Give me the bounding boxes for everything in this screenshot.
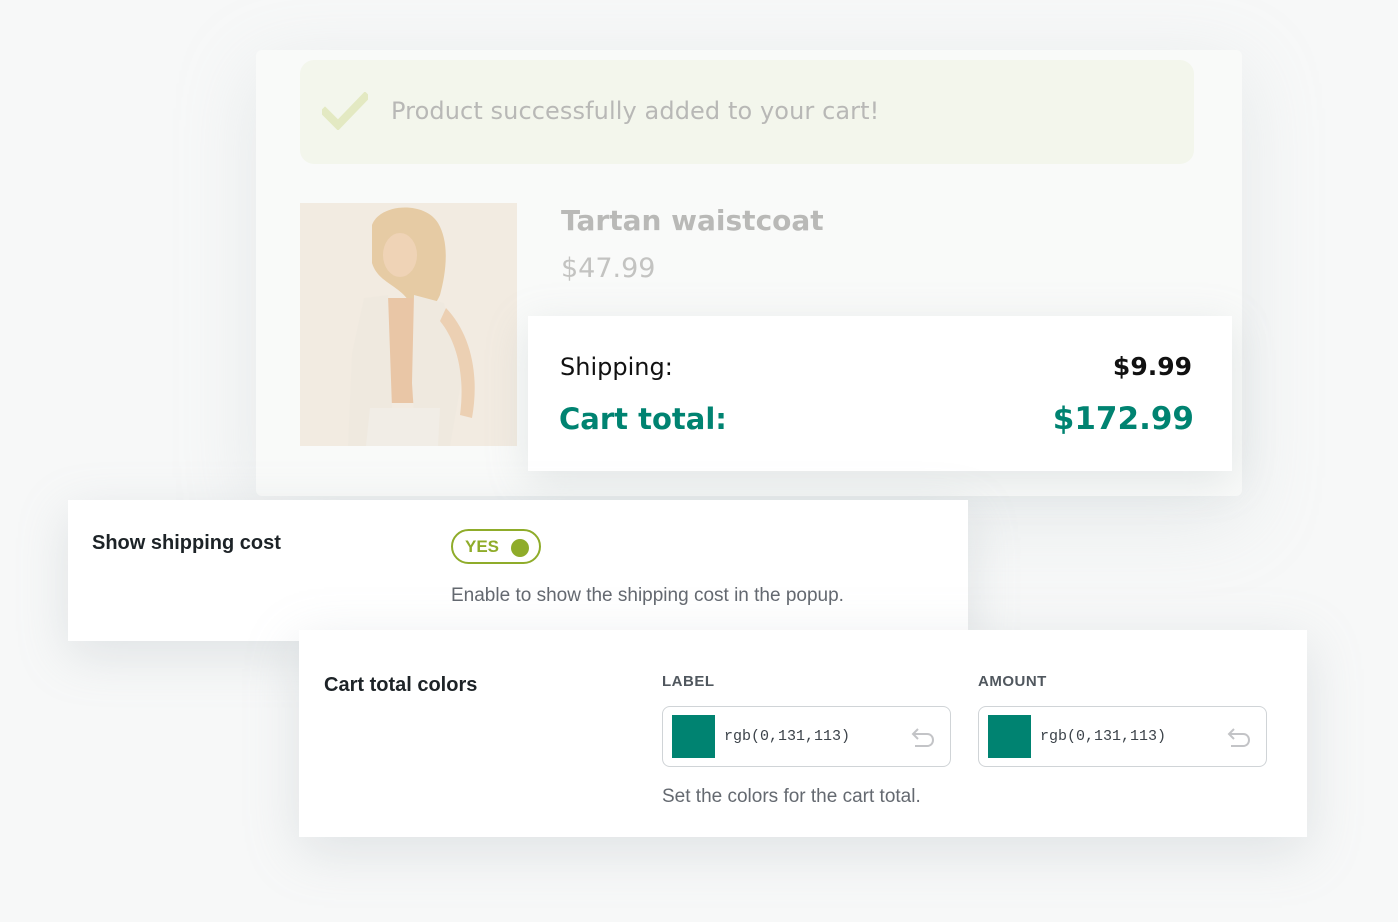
label-color-input[interactable]	[724, 728, 874, 745]
label-column-heading: LABEL	[662, 673, 715, 690]
amount-color-swatch[interactable]	[988, 715, 1031, 758]
undo-icon[interactable]	[910, 726, 936, 752]
setting-description: Set the colors for the cart total.	[662, 786, 921, 807]
label-color-swatch[interactable]	[672, 715, 715, 758]
notice-text: Product successfully added to your cart!	[391, 97, 880, 125]
colors-setting-card: Cart total colors LABEL AMOUNT rgb(0,131…	[299, 630, 1307, 837]
product-price: $47.99	[561, 253, 656, 284]
shipping-toggle[interactable]: YES	[451, 529, 541, 564]
undo-icon[interactable]	[1226, 726, 1252, 752]
setting-description: Enable to show the shipping cost in the …	[451, 585, 844, 606]
totals-card: Shipping: $9.99 Cart total: $172.99	[528, 316, 1232, 471]
toggle-label: YES	[465, 537, 500, 556]
setting-title: Show shipping cost	[92, 532, 281, 554]
check-icon	[319, 91, 371, 134]
stage: Product successfully added to your cart!…	[0, 0, 1398, 922]
label-color-field[interactable]	[662, 706, 951, 767]
cart-total-amount: $172.99	[1052, 401, 1194, 437]
setting-title: Cart total colors	[324, 674, 478, 696]
amount-column-heading: AMOUNT	[978, 673, 1047, 690]
toggle-knob	[511, 539, 529, 557]
amount-color-input[interactable]	[1040, 728, 1190, 745]
amount-color-field[interactable]	[978, 706, 1267, 767]
shipping-label: Shipping:	[560, 353, 673, 381]
product-name: Tartan waistcoat	[561, 204, 824, 237]
shipping-setting-card: Show shipping cost YES Enable to show th…	[68, 500, 968, 641]
product-image	[300, 203, 517, 446]
cart-total-label: Cart total:	[559, 402, 727, 436]
shipping-amount: $9.99	[1112, 352, 1192, 381]
